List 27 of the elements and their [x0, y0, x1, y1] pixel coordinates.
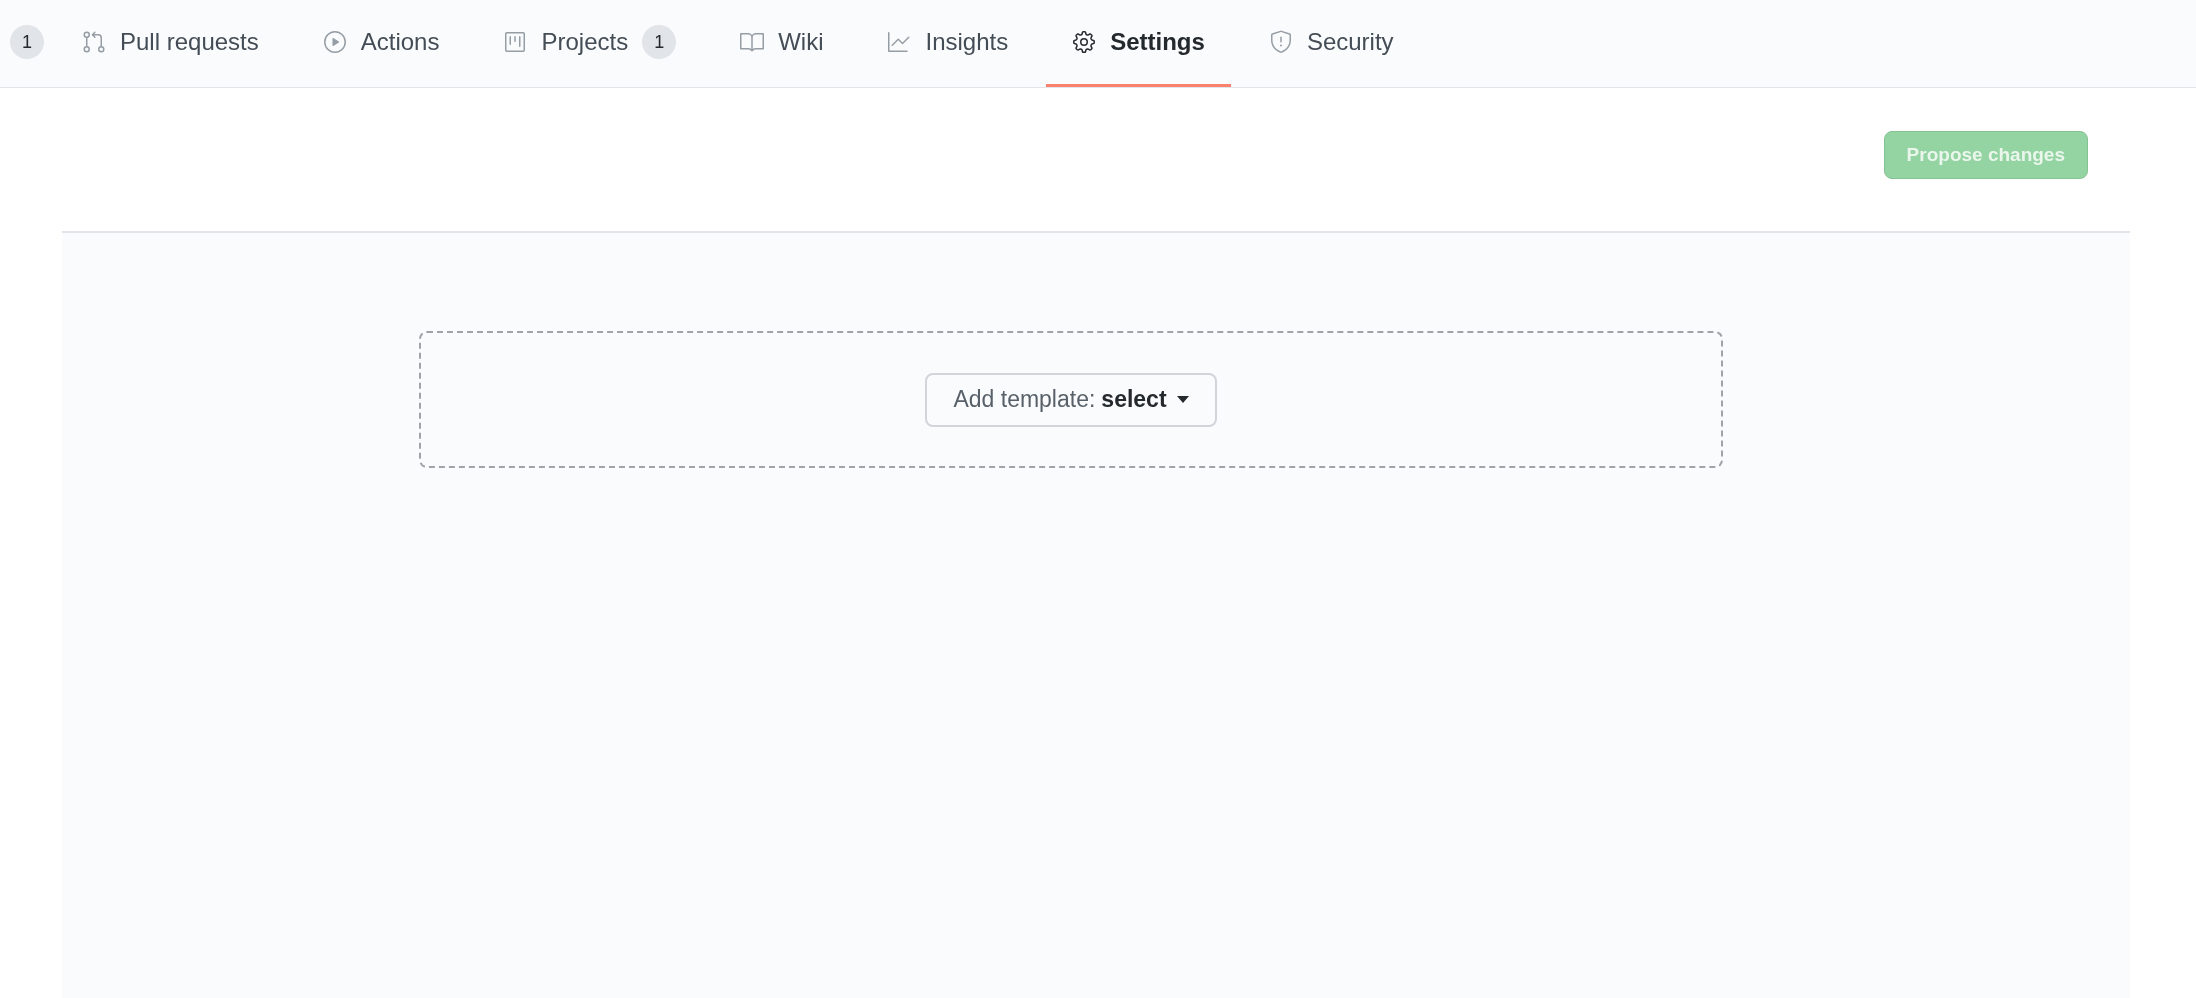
tab-label: Wiki: [778, 28, 824, 56]
branch-merge-icon: [82, 30, 106, 54]
nav-tab[interactable]: Security: [1242, 0, 1420, 87]
nav-tab[interactable]: Pull requests: [56, 0, 285, 87]
kanban-board-icon: [503, 30, 528, 54]
tab-label: Actions: [360, 28, 440, 56]
shield-icon: [1268, 30, 1293, 54]
tab-label: Insights: [925, 28, 1009, 56]
nav-tab[interactable]: Settings: [1046, 0, 1231, 87]
open-book-icon: [740, 30, 765, 54]
nav-tab[interactable]: Actions: [296, 0, 466, 87]
settings-icon: [1072, 30, 1097, 54]
nav-tab[interactable]: Projects 1: [477, 0, 703, 87]
tab-label: Settings: [1110, 28, 1205, 56]
nav-tab[interactable]: Insights: [861, 0, 1035, 87]
count-badge: 1: [642, 25, 677, 59]
select-label: Add template:: [953, 386, 1096, 413]
select-value: select: [1101, 386, 1167, 413]
caret-icon: [1176, 395, 1189, 404]
tab-label: Pull requests: [120, 28, 259, 56]
tab-label: Security: [1306, 28, 1394, 56]
nav-tab[interactable]: 1: [10, 0, 44, 87]
count-badge: 1: [10, 25, 44, 59]
line-graph-icon: [887, 30, 912, 54]
tab-label: Projects: [541, 28, 629, 56]
template-select[interactable]: Add template: select: [925, 372, 1217, 427]
nav-tab[interactable]: Wiki: [714, 0, 850, 87]
